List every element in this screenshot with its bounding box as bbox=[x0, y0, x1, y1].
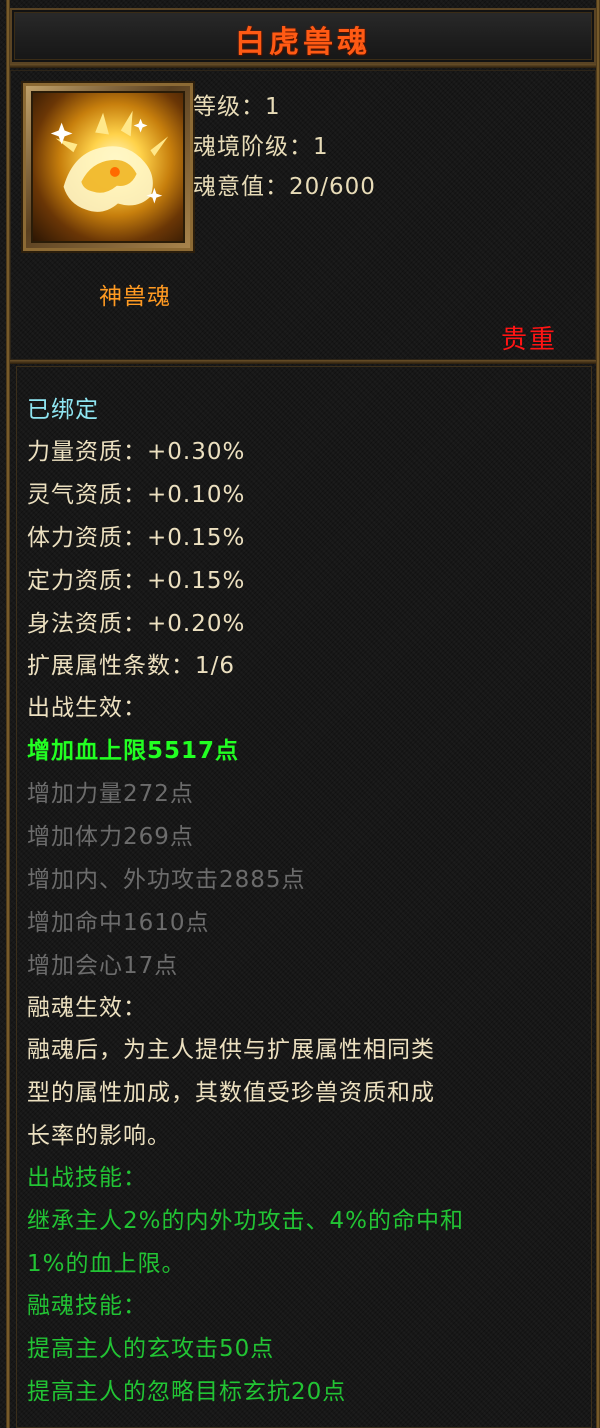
merge-skill-item: 提高主人的忽略目标玄抗20点 bbox=[27, 1379, 347, 1405]
item-header: 等级：1 魂境阶级：1 魂意值：20/600 神兽魂 贵重 bbox=[10, 70, 596, 360]
merge-effect-heading: 融魂生效： bbox=[27, 995, 147, 1021]
battle-effect-heading: 出战生效： bbox=[27, 695, 147, 721]
title-bar: 白虎兽魂 bbox=[10, 8, 596, 64]
active-bonus-hp: 增加血上限5517点 bbox=[27, 738, 240, 764]
battle-skill-desc-line: 继承主人2%的内外功攻击、4%的命中和 bbox=[27, 1208, 464, 1234]
item-icon-frame bbox=[23, 83, 193, 251]
merge-effect-desc-line: 长率的影响。 bbox=[27, 1123, 171, 1149]
soul-realm-text: 魂境阶级：1 bbox=[193, 134, 329, 160]
inactive-bonus-strength: 增加力量272点 bbox=[27, 781, 194, 807]
soul-value-text: 魂意值：20/600 bbox=[193, 174, 376, 200]
item-title: 白虎兽魂 bbox=[235, 25, 371, 60]
aptitude-focus: 定力资质：+0.15% bbox=[27, 568, 246, 594]
section-divider bbox=[10, 360, 596, 364]
battle-skill-desc-line: 1%的血上限。 bbox=[27, 1251, 186, 1277]
merge-effect-desc-line: 型的属性加成，其数值受珍兽资质和成 bbox=[27, 1080, 435, 1106]
rarity-label: 贵重 bbox=[500, 325, 557, 355]
inactive-bonus-attack: 增加内、外功攻击2885点 bbox=[27, 867, 306, 893]
merge-skill-heading: 融魂技能： bbox=[27, 1293, 147, 1319]
title-divider bbox=[10, 64, 596, 68]
item-details: 已绑定 力量资质：+0.30% 灵气资质：+0.10% 体力资质：+0.15% … bbox=[16, 366, 592, 1428]
aptitude-spirit: 灵气资质：+0.10% bbox=[27, 482, 246, 508]
battle-skill-heading: 出战技能： bbox=[27, 1165, 147, 1191]
inactive-bonus-stamina: 增加体力269点 bbox=[27, 824, 194, 850]
aptitude-agility: 身法资质：+0.20% bbox=[27, 611, 246, 637]
aptitude-strength: 力量资质：+0.30% bbox=[27, 439, 246, 465]
merge-effect-desc-line: 融魂后，为主人提供与扩展属性相同类 bbox=[27, 1037, 435, 1063]
merge-skill-item: 提高主人的玄攻击50点 bbox=[27, 1336, 275, 1362]
bound-status: 已绑定 bbox=[27, 397, 99, 423]
item-type-label: 神兽魂 bbox=[99, 284, 171, 310]
aptitude-stamina: 体力资质：+0.15% bbox=[27, 525, 246, 551]
white-tiger-soul-icon bbox=[31, 91, 185, 243]
item-tooltip: 白虎兽魂 等级：1 魂境阶级：1 魂意值：20/600 神兽魂 贵重 已绑定 力… bbox=[0, 0, 600, 1428]
inactive-bonus-hit: 增加命中1610点 bbox=[27, 910, 210, 936]
inactive-bonus-critical: 增加会心17点 bbox=[27, 953, 179, 979]
tooltip-frame-right bbox=[596, 0, 600, 1428]
extension-attribute-count: 扩展属性条数：1/6 bbox=[27, 653, 236, 679]
level-text: 等级：1 bbox=[193, 94, 281, 120]
